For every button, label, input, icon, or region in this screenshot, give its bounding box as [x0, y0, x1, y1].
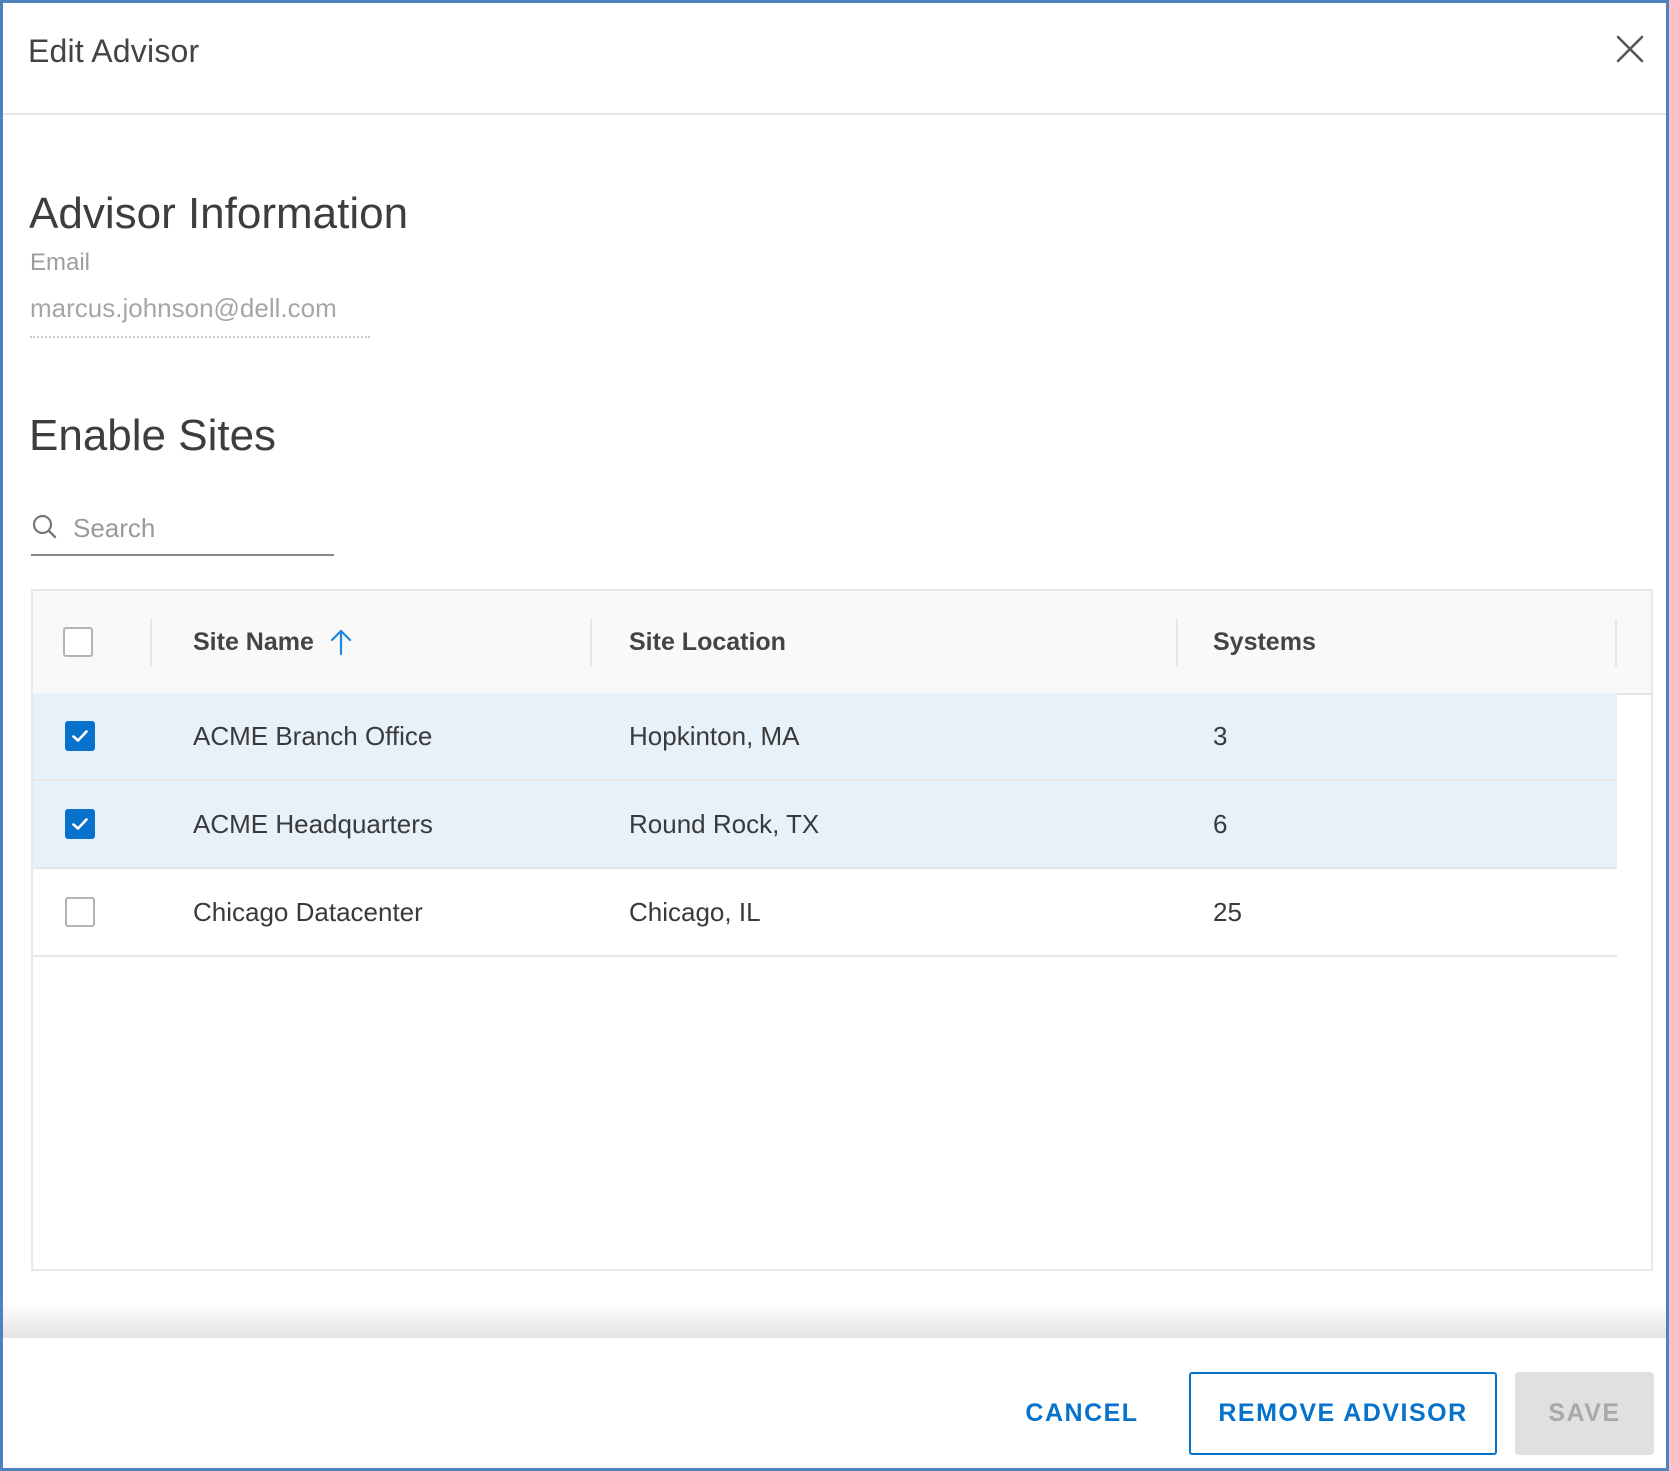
- column-divider: [1176, 619, 1178, 667]
- cell-systems: 25: [1213, 896, 1242, 927]
- column-header-systems[interactable]: Systems: [1213, 591, 1316, 693]
- table-row[interactable]: ACME Headquarters Round Rock, TX 6: [33, 781, 1617, 869]
- column-divider: [150, 619, 152, 667]
- select-all-checkbox[interactable]: [63, 627, 93, 657]
- table-row[interactable]: Chicago Datacenter Chicago, IL 25: [33, 869, 1617, 957]
- cell-systems: 3: [1213, 720, 1228, 751]
- enable-sites-heading: Enable Sites: [29, 411, 277, 460]
- search-icon: [32, 514, 57, 539]
- cell-site-location: Hopkinton, MA: [629, 720, 800, 751]
- advisor-information-heading: Advisor Information: [29, 189, 409, 238]
- column-divider: [590, 619, 592, 667]
- search-input[interactable]: [73, 508, 328, 548]
- close-button[interactable]: [1610, 29, 1650, 69]
- cell-site-name: Chicago Datacenter: [193, 896, 423, 927]
- cell-systems: 6: [1213, 808, 1228, 839]
- footer-divider: [3, 1303, 1666, 1338]
- dialog-title: Edit Advisor: [28, 33, 200, 69]
- edit-advisor-dialog: Edit Advisor Advisor Information Email m…: [0, 0, 1669, 1471]
- dialog-header: Edit Advisor: [3, 3, 1666, 115]
- table-row[interactable]: ACME Branch Office Hopkinton, MA 3: [33, 693, 1617, 781]
- email-field: marcus.johnson@dell.com: [30, 293, 370, 338]
- cell-site-name: ACME Branch Office: [193, 720, 433, 751]
- email-label: Email: [30, 249, 91, 276]
- row-checkbox[interactable]: [65, 897, 95, 927]
- column-header-label: Site Location: [629, 627, 786, 656]
- cancel-button[interactable]: CANCEL: [1018, 1372, 1146, 1455]
- row-checkbox[interactable]: [65, 809, 95, 839]
- search-field: [31, 508, 334, 556]
- cell-site-location: Chicago, IL: [629, 896, 761, 927]
- column-header-site-location[interactable]: Site Location: [629, 591, 786, 693]
- column-header-label: Systems: [1213, 627, 1316, 656]
- cell-site-location: Round Rock, TX: [629, 808, 820, 839]
- remove-advisor-button[interactable]: REMOVE ADVISOR: [1189, 1372, 1497, 1455]
- checkmark-icon: [72, 730, 88, 742]
- checkmark-icon: [72, 818, 88, 830]
- column-divider: [1615, 619, 1617, 667]
- arrow-up-icon: [330, 629, 351, 656]
- row-checkbox[interactable]: [65, 721, 95, 751]
- column-header-site-name[interactable]: Site Name: [193, 591, 354, 693]
- close-icon: [1616, 35, 1644, 63]
- save-button[interactable]: SAVE: [1515, 1372, 1654, 1455]
- sites-table: Site Name Site Location Systems ACME Bra…: [31, 589, 1653, 1271]
- cell-site-name: ACME Headquarters: [193, 808, 433, 839]
- table-header: Site Name Site Location Systems: [33, 591, 1651, 695]
- column-header-label: Site Name: [193, 627, 314, 656]
